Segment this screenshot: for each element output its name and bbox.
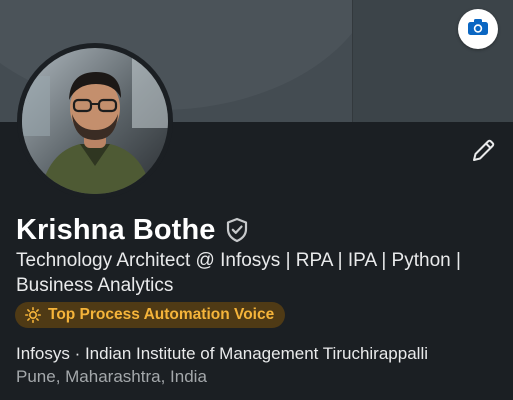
sun-icon	[25, 307, 41, 323]
profile-headline: Technology Architect @ Infosys | RPA | I…	[16, 250, 461, 296]
pencil-icon	[470, 138, 496, 169]
name-row: Krishna Bothe	[16, 210, 249, 250]
edit-cover-button[interactable]	[458, 9, 498, 49]
profile-name: Krishna Bothe	[16, 213, 216, 246]
profile-photo	[22, 48, 168, 194]
company-education-line[interactable]: Infosys · Indian Institute of Management…	[16, 344, 428, 364]
profile-card: Krishna Bothe Technology Architect @ Inf…	[0, 0, 513, 400]
avatar[interactable]	[17, 43, 173, 199]
profile-location: Pune, Maharashtra, India	[16, 367, 207, 386]
top-voice-badge[interactable]: Top Process Automation Voice	[15, 302, 286, 328]
verified-shield-icon[interactable]	[225, 217, 249, 243]
top-voice-label: Top Process Automation Voice	[48, 306, 275, 323]
camera-icon	[467, 18, 489, 41]
edit-profile-button[interactable]	[467, 138, 499, 168]
